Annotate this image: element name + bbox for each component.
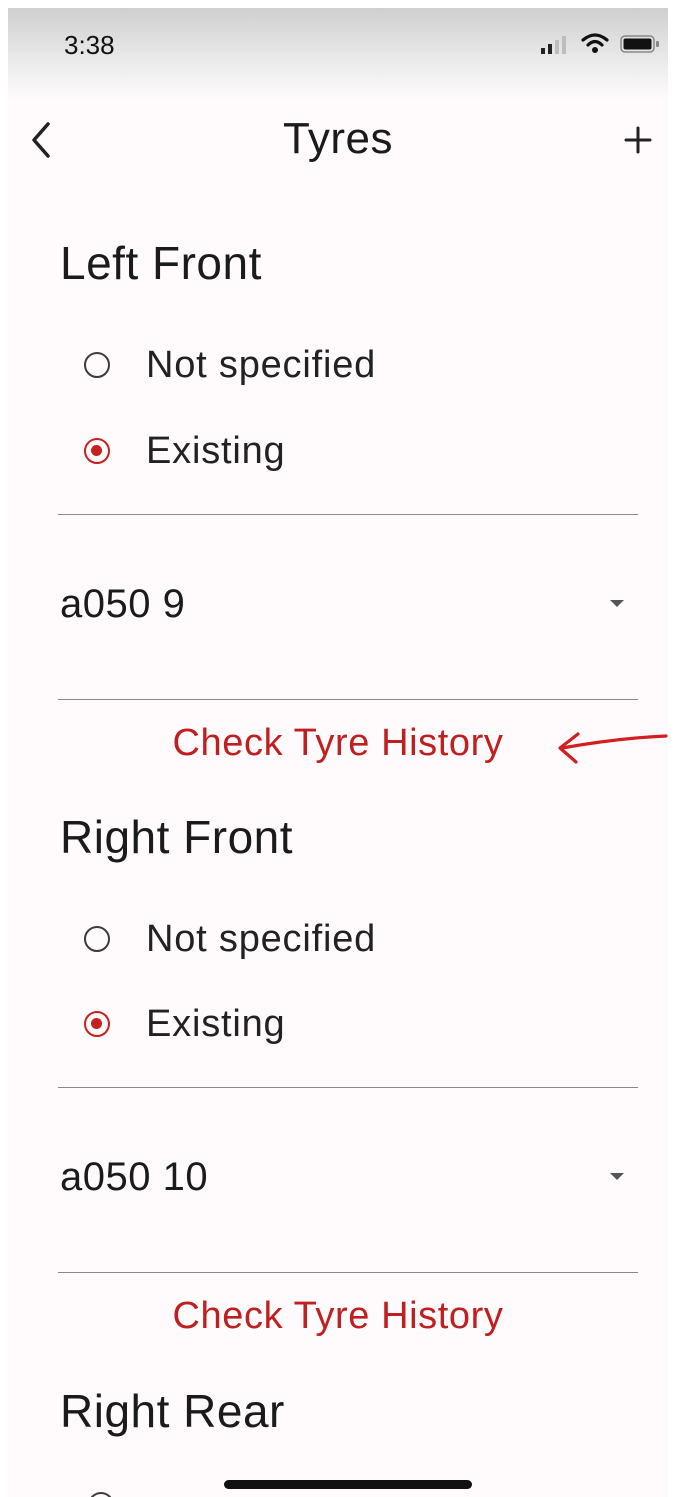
right-front-radio-not-specified[interactable]: Not specified [80,912,500,972]
signal-icon [541,36,566,54]
status-bar: 3:38 [8,8,668,100]
right-front-radio-existing[interactable]: Existing [80,997,500,1057]
home-indicator [224,1480,472,1489]
tyres-screen: 3:38 Tyres Left Front Not specified Exis… [8,8,668,1497]
radio-label: Existing [146,1003,286,1045]
dropdown-value: a050 10 [60,1155,209,1199]
right-front-check-tyre-history-link[interactable]: Check Tyre History [8,1295,668,1338]
radio-label: Existing [146,430,286,472]
section-title-right-rear: Right Rear [60,1385,285,1437]
radio-unchecked-icon [84,926,110,952]
radio-label: Not specified [146,344,377,386]
divider [58,1272,638,1273]
page-title: Tyres [282,114,394,163]
radio-unchecked-icon [84,352,110,378]
left-front-radio-not-specified[interactable]: Not specified [80,338,500,398]
divider [58,514,638,515]
divider [58,1087,638,1088]
caret-down-icon [610,600,624,607]
annotation-arrow-icon [558,732,668,764]
section-title-left-front: Left Front [60,237,262,289]
left-front-tyre-dropdown[interactable]: a050 9 [58,548,638,668]
radio-label: Not specified [146,918,377,960]
right-front-tyre-dropdown[interactable]: a050 10 [58,1121,638,1241]
caret-down-icon [610,1173,624,1180]
divider [58,699,638,700]
dropdown-value: a050 9 [60,582,186,626]
wifi-icon [581,33,609,53]
add-button[interactable] [618,116,658,164]
radio-unchecked-icon[interactable] [88,1492,114,1497]
status-time: 3:38 [64,30,115,60]
plus-icon [624,126,652,154]
radio-checked-icon [84,1011,110,1037]
battery-icon [620,35,659,53]
section-title-right-front: Right Front [60,811,294,863]
radio-checked-icon [84,438,110,464]
left-front-radio-existing[interactable]: Existing [80,424,500,484]
app-bar: Tyres [8,100,668,190]
